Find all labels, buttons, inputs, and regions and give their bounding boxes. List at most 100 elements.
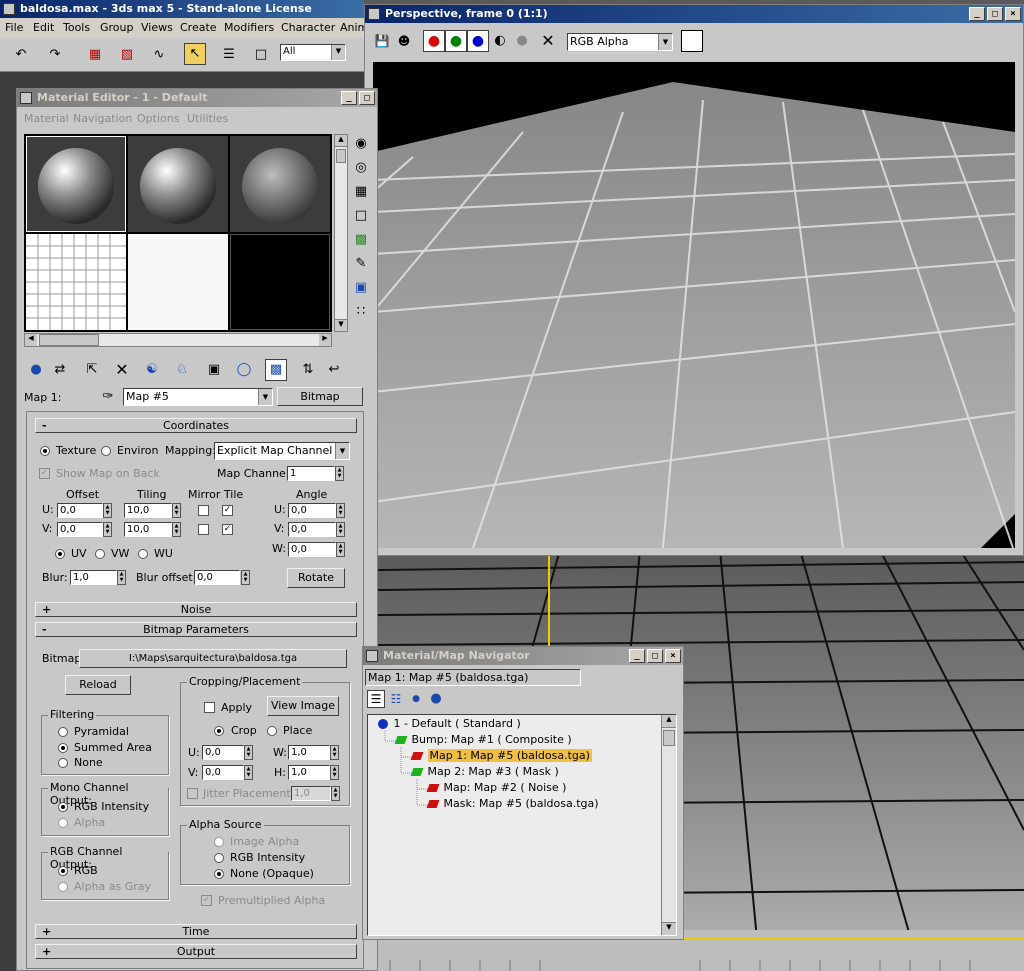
- get-material-icon[interactable]: ●: [25, 359, 47, 381]
- crop-u-field[interactable]: 0,0: [202, 745, 244, 760]
- menu-edit[interactable]: Edit: [33, 21, 54, 34]
- v-mirror-checkbox[interactable]: [198, 524, 209, 535]
- bind-spacewarp-icon[interactable]: ∿: [148, 44, 170, 66]
- background-icon[interactable]: ▦: [351, 182, 371, 202]
- sample-slots-hscrollbar[interactable]: ◀ ▶: [24, 333, 332, 347]
- put-to-scene-icon[interactable]: ⇄: [49, 359, 71, 381]
- u-offset-spinner[interactable]: ▲ ▼: [103, 503, 112, 518]
- video-check-icon[interactable]: ▩: [351, 230, 371, 250]
- app-titlebar[interactable]: baldosa.max - 3ds max 5 - Stand-alone Li…: [0, 0, 364, 18]
- monochrome-icon[interactable]: ●: [511, 30, 533, 52]
- channel-dropdown[interactable]: RGB Alpha ▼: [567, 33, 673, 51]
- region-select-icon[interactable]: □: [250, 44, 272, 66]
- crop-w-field[interactable]: 1,0: [288, 745, 330, 760]
- v-offset-spinner[interactable]: ▲ ▼: [103, 522, 112, 537]
- tree-item[interactable]: 1 - Default ( Standard ): [378, 717, 521, 732]
- menu-utilities[interactable]: Utilities: [187, 112, 228, 125]
- crop-u-spinner[interactable]: ▲ ▼: [244, 745, 253, 760]
- vw-radio[interactable]: [95, 549, 105, 559]
- menu-create[interactable]: Create: [180, 21, 217, 34]
- minimize-button[interactable]: _: [629, 649, 645, 663]
- tree-item[interactable]: Map: Map #2 ( Noise ): [426, 781, 566, 796]
- select-object-icon[interactable]: ↖: [184, 43, 206, 65]
- redo-icon[interactable]: ↷: [44, 44, 66, 66]
- sample-slot-4[interactable]: [26, 234, 126, 330]
- mono-alpha-radio[interactable]: [58, 818, 68, 828]
- sample-slot-5[interactable]: [128, 234, 228, 330]
- show-map-on-back-checkbox[interactable]: ✓: [39, 468, 50, 479]
- navigator-titlebar[interactable]: Material/Map Navigator _ □ ×: [363, 647, 683, 665]
- maximize-button[interactable]: □: [647, 649, 663, 663]
- rgb-radio[interactable]: [58, 866, 68, 876]
- jitter-placement-field[interactable]: 1,0: [291, 786, 331, 801]
- place-radio[interactable]: [267, 726, 277, 736]
- menu-material[interactable]: Material: [24, 112, 69, 125]
- v-tiling-field[interactable]: 10,0: [124, 522, 172, 537]
- bitmap-path-button[interactable]: I:\Maps\sarquitectura\baldosa.tga: [79, 649, 347, 668]
- reset-map-icon[interactable]: ✕: [111, 359, 133, 381]
- view-image-button[interactable]: View Image: [267, 696, 339, 716]
- alpha-rgb-intensity-radio[interactable]: [214, 853, 224, 863]
- menu-file[interactable]: File: [5, 21, 23, 34]
- menu-modifiers[interactable]: Modifiers: [224, 21, 274, 34]
- blur-offset-field[interactable]: 0,0: [194, 570, 240, 585]
- v-angle-field[interactable]: 0,0: [288, 522, 336, 537]
- sample-slot-6[interactable]: [230, 234, 330, 330]
- crop-radio[interactable]: [214, 726, 224, 736]
- v-tile-checkbox[interactable]: ✓: [222, 524, 233, 535]
- menu-navigation[interactable]: Navigation: [73, 112, 132, 125]
- v-tiling-spinner[interactable]: ▲ ▼: [172, 522, 181, 537]
- maximize-button[interactable]: □: [359, 91, 375, 105]
- blue-channel-icon[interactable]: ●: [467, 30, 489, 52]
- premultiplied-alpha-checkbox[interactable]: ✓: [201, 895, 212, 906]
- w-angle-field[interactable]: 0,0: [288, 542, 336, 557]
- backlight-icon[interactable]: ◎: [351, 158, 371, 178]
- go-forward-sibling-icon[interactable]: ↩: [323, 359, 345, 381]
- menu-tools[interactable]: Tools: [63, 21, 90, 34]
- jitter-placement-checkbox[interactable]: [187, 788, 198, 799]
- show-map-in-viewport-icon[interactable]: ◯: [233, 359, 255, 381]
- jitter-placement-spinner[interactable]: ▲ ▼: [331, 786, 340, 801]
- coordinates-rollout-header[interactable]: - Coordinates: [35, 418, 357, 433]
- alpha-as-gray-radio[interactable]: [58, 882, 68, 892]
- blur-spinner[interactable]: ▲ ▼: [117, 570, 126, 585]
- blur-offset-spinner[interactable]: ▲ ▼: [241, 570, 250, 585]
- tree-item[interactable]: Bump: Map #1 ( Composite ): [394, 733, 572, 748]
- crop-w-spinner[interactable]: ▲ ▼: [330, 745, 339, 760]
- assign-material-icon[interactable]: ⇱: [81, 359, 103, 381]
- sample-type-icon[interactable]: ◉: [351, 134, 371, 154]
- u-mirror-checkbox[interactable]: [198, 505, 209, 516]
- render-window-titlebar[interactable]: Perspective, frame 0 (1:1) _ □ ×: [365, 5, 1023, 23]
- selection-filter-dropdown[interactable]: All ▼: [280, 44, 346, 61]
- minimize-button[interactable]: _: [341, 91, 357, 105]
- rotate-button[interactable]: Rotate: [287, 568, 345, 588]
- select-link-icon[interactable]: ▦: [84, 44, 106, 66]
- sample-slot-2[interactable]: [128, 136, 228, 232]
- map-channel-spinner[interactable]: ▲ ▼: [335, 466, 344, 481]
- u-tile-checkbox[interactable]: ✓: [222, 505, 233, 516]
- sample-slot-1[interactable]: [26, 136, 126, 232]
- u-tiling-field[interactable]: 10,0: [124, 503, 172, 518]
- color-swatch[interactable]: [681, 30, 703, 52]
- menu-options[interactable]: Options: [137, 112, 179, 125]
- menu-views[interactable]: Views: [141, 21, 173, 34]
- v-angle-spinner[interactable]: ▲ ▼: [336, 522, 345, 537]
- make-unique-icon[interactable]: ☯: [141, 359, 163, 381]
- pyramidal-radio[interactable]: [58, 727, 68, 737]
- view-small-icons-icon[interactable]: ●: [407, 690, 425, 708]
- material-editor-titlebar[interactable]: Material Editor - 1 - Default _ □: [17, 89, 377, 107]
- go-to-parent-icon[interactable]: ⇅: [297, 359, 319, 381]
- tree-item[interactable]: Map 2: Map #3 ( Mask ): [410, 765, 559, 780]
- output-rollout-header[interactable]: + Output: [35, 944, 357, 959]
- pick-material-from-object-icon[interactable]: ✑: [97, 386, 119, 408]
- mapping-dropdown[interactable]: Explicit Map Channel ▼: [214, 442, 350, 460]
- show-end-result-icon[interactable]: ▩: [265, 359, 287, 381]
- blur-field[interactable]: 1,0: [70, 570, 117, 585]
- red-channel-icon[interactable]: ●: [423, 30, 445, 52]
- mono-rgb-intensity-radio[interactable]: [58, 802, 68, 812]
- clear-icon[interactable]: ✕: [537, 30, 559, 52]
- bitmap-parameters-rollout-header[interactable]: - Bitmap Parameters: [35, 622, 357, 637]
- texture-radio[interactable]: [40, 446, 50, 456]
- environ-radio[interactable]: [101, 446, 111, 456]
- unlink-icon[interactable]: ▧: [116, 44, 138, 66]
